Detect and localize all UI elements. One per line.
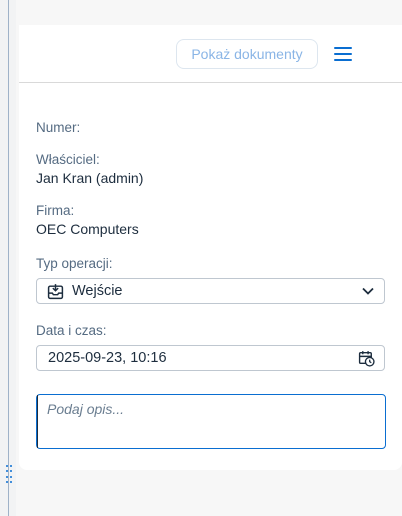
inbox-in-icon <box>47 284 64 300</box>
datetime-input[interactable]: 2025-09-23, 10:16 <box>36 345 385 371</box>
splitter-handle[interactable] <box>4 465 13 483</box>
description-textarea[interactable] <box>37 395 385 448</box>
splitter-line <box>8 0 9 516</box>
document-panel: Pokaż dokumenty Numer: Właściciel: Jan K… <box>19 25 402 470</box>
calendar-clock-icon[interactable] <box>358 350 375 367</box>
company-label: Firma: <box>36 203 75 218</box>
company-value: OEC Computers <box>36 221 139 237</box>
number-label: Numer: <box>36 120 81 135</box>
owner-value: Jan Kran (admin) <box>36 170 144 186</box>
owner-label: Właściciel: <box>36 152 100 167</box>
panel-header: Pokaż dokumenty <box>19 25 402 83</box>
operation-type-value: Wejście <box>72 283 123 299</box>
hamburger-menu-icon[interactable] <box>332 45 354 63</box>
datetime-label: Data i czas: <box>36 323 107 338</box>
show-documents-button[interactable]: Pokaż dokumenty <box>176 39 318 69</box>
operation-type-select[interactable]: Wejście <box>36 278 385 304</box>
description-field[interactable] <box>36 394 386 449</box>
operation-type-label: Typ operacji: <box>36 256 113 271</box>
chevron-down-icon[interactable] <box>362 286 374 296</box>
datetime-value: 2025-09-23, 10:16 <box>48 350 167 366</box>
